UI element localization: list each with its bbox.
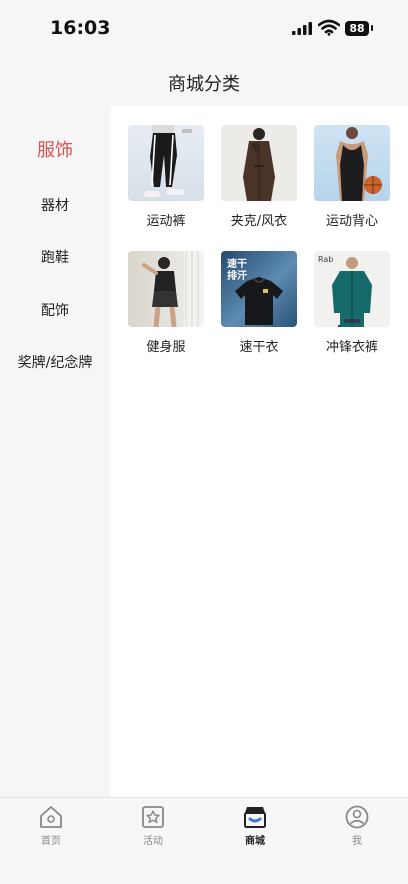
tab-activity[interactable]: 活动 [103, 804, 203, 847]
wifi-icon [318, 19, 340, 36]
sidebar-item-running-shoes[interactable]: 跑鞋 [0, 247, 110, 267]
tab-label: 商城 [245, 836, 265, 847]
product-quick-dry[interactable]: 速干 排汗 速干衣 [216, 251, 302, 355]
tank-top-photo [314, 125, 390, 201]
quick-dry-shirt-photo: 速干 排汗 [221, 251, 297, 327]
signal-icon [292, 22, 312, 35]
battery-cap [371, 25, 373, 31]
sidebar-item-apparel[interactable]: 服饰 [0, 136, 110, 162]
fitness-wear-photo [128, 251, 204, 327]
tab-profile[interactable]: 我 [307, 804, 407, 847]
tab-shop[interactable]: 商城 [205, 804, 305, 847]
product-label: 运动裤 [146, 214, 186, 229]
product-grid: 运动裤 夹克/风衣 运动背心 健身服 速干 排汗 速干衣 Rab 冲锋衣裤 [110, 106, 408, 798]
product-label: 健身服 [146, 340, 186, 355]
battery-indicator: 88 [345, 21, 369, 36]
track-pants-photo [128, 125, 204, 201]
sidebar-item-accessories[interactable]: 配饰 [0, 300, 110, 320]
tab-label: 首页 [41, 836, 61, 847]
home-icon [40, 806, 62, 828]
status-time: 16:03 [50, 17, 111, 39]
category-sidebar: 服饰 器材 跑鞋 配饰 奖牌/纪念牌 [0, 106, 110, 798]
page-title: 商城分类 [168, 74, 240, 95]
product-fitness-wear[interactable]: 健身服 [123, 251, 209, 355]
product-label: 冲锋衣裤 [325, 340, 378, 355]
product-label: 运动背心 [325, 214, 378, 229]
tab-home[interactable]: 首页 [1, 804, 101, 847]
product-tank-top[interactable]: 运动背心 [309, 125, 395, 229]
tab-label: 活动 [143, 836, 163, 847]
shop-icon [244, 807, 266, 828]
product-label: 速干衣 [239, 340, 279, 355]
product-track-pants[interactable]: 运动裤 [123, 125, 209, 229]
product-jacket-coat[interactable]: 夹克/风衣 [216, 125, 302, 229]
status-bar: 16:03 88 [0, 0, 408, 58]
bottom-tab-bar: 首页 活动 商城 我 [0, 797, 408, 884]
trench-coat-photo [221, 125, 297, 201]
product-outdoor-jacket[interactable]: Rab 冲锋衣裤 [309, 251, 395, 355]
product-label: 夹克/风衣 [230, 214, 288, 229]
tab-label: 我 [352, 836, 362, 847]
user-icon [345, 805, 369, 829]
sidebar-item-equipment[interactable]: 器材 [0, 195, 110, 215]
svg-text:速干: 速干 [227, 257, 247, 270]
star-icon [142, 806, 164, 828]
svg-text:Rab: Rab [318, 255, 333, 264]
outdoor-jacket-photo: Rab [314, 251, 390, 327]
svg-text:排汗: 排汗 [227, 269, 247, 282]
sidebar-item-medals[interactable]: 奖牌/纪念牌 [0, 352, 110, 372]
